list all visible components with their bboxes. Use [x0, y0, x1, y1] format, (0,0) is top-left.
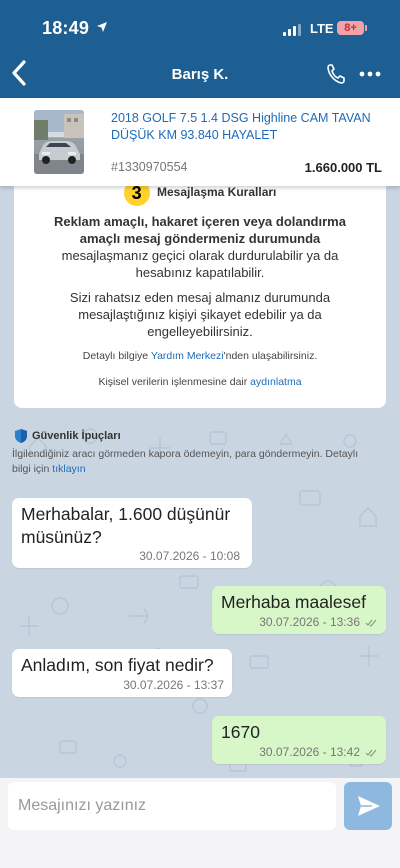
chat-area[interactable]: 3 Mesajlaşma Kuralları Reklam amaçlı, ha… [0, 186, 400, 778]
network-type: LTE [310, 21, 334, 36]
top-header: 18:49 LTE 8+ Barış K. [0, 0, 400, 98]
listing-thumbnail[interactable] [34, 110, 84, 174]
message-input[interactable] [8, 782, 336, 830]
message-text: Anladım, son fiyat nedir? [21, 655, 214, 675]
message-time: 30.07.2026 - 13:36 [259, 615, 377, 629]
message-time: 30.07.2026 - 13:42 [259, 745, 377, 759]
message-time: 30.07.2026 - 13:37 [123, 678, 224, 692]
rules-heading: 3 Mesajlaşma Kuralları [14, 186, 386, 206]
message-bubble-outgoing[interactable]: 1670 30.07.2026 - 13:42 [212, 716, 386, 764]
message-text: Merhaba maalesef [221, 592, 366, 612]
message-bubble-incoming[interactable]: Merhabalar, 1.600 düşünür müsünüz? 30.07… [12, 498, 252, 568]
message-time: 30.07.2026 - 10:08 [139, 549, 240, 563]
rules-number-badge: 3 [123, 186, 150, 206]
message-bubble-incoming[interactable]: Anladım, son fiyat nedir? 30.07.2026 - 1… [12, 649, 232, 697]
message-composer [0, 778, 400, 868]
help-suffix: 'nden ulaşabilirsiniz. [223, 350, 318, 362]
security-tips-label: Güvenlik İpuçları [32, 429, 121, 442]
status-bar: 18:49 LTE 8+ [0, 0, 400, 50]
more-dots-icon [359, 71, 381, 77]
help-prefix: Detaylı bilgiye [82, 350, 151, 362]
messaging-rules-card: 3 Mesajlaşma Kuralları Reklam amaçlı, ha… [14, 186, 386, 408]
message-time-text: 30.07.2026 - 13:36 [259, 615, 360, 629]
location-arrow-icon [97, 22, 107, 32]
listing-title[interactable]: 2018 GOLF 7.5 1.4 DSG Highline CAM TAVAN… [111, 110, 383, 144]
message-text: Merhabalar, 1.600 düşünür müsünüz? [21, 504, 231, 547]
security-tips-link[interactable]: tıklayın [52, 463, 85, 475]
send-button[interactable] [344, 782, 392, 830]
help-center-line: Detaylı bilgiye Yardım Merkezi'nden ulaş… [14, 350, 386, 362]
phone-icon [327, 64, 345, 84]
message-time-text: 30.07.2026 - 13:42 [259, 745, 360, 759]
send-icon [358, 796, 380, 816]
privacy-link[interactable]: aydınlatma [250, 376, 301, 388]
rules-warning-text: mesajlaşmanız geçici olarak durdurulabil… [61, 248, 339, 280]
privacy-line: Kişisel verilerin işlenmesine dair aydın… [14, 376, 386, 388]
listing-id: #1330970554 [111, 160, 188, 174]
privacy-prefix: Kişisel verilerin işlenmesine dair [98, 376, 251, 388]
security-tips-text: İlgilendiğiniz aracı görmeden kapora öde… [12, 447, 372, 477]
help-center-link[interactable]: Yardım Merkezi [151, 350, 224, 362]
message-text: 1670 [221, 722, 260, 742]
security-tips-title: Güvenlik İpuçları [14, 428, 121, 444]
message-bubble-outgoing[interactable]: Merhaba maalesef 30.07.2026 - 13:36 [212, 586, 386, 634]
status-time: 18:49 [42, 18, 90, 38]
rules-heading-text: Mesajlaşma Kuralları [156, 186, 277, 200]
listing-price: 1.660.000 TL [304, 160, 382, 175]
listing-card[interactable]: 2018 GOLF 7.5 1.4 DSG Highline CAM TAVAN… [0, 98, 400, 186]
battery-icon: 8+ [337, 21, 367, 35]
double-check-icon [365, 619, 377, 627]
shield-icon [15, 429, 27, 443]
double-check-icon [365, 749, 377, 757]
more-options-button[interactable] [358, 64, 382, 84]
car-photo [34, 110, 84, 174]
signal-icon [283, 24, 303, 36]
call-button[interactable] [326, 63, 346, 85]
rules-complaint-text: Sizi rahatsız eden mesaj almanız durumun… [69, 290, 331, 339]
rules-warning-bold: Reklam amaçlı, hakaret içeren veya dolan… [54, 214, 346, 246]
